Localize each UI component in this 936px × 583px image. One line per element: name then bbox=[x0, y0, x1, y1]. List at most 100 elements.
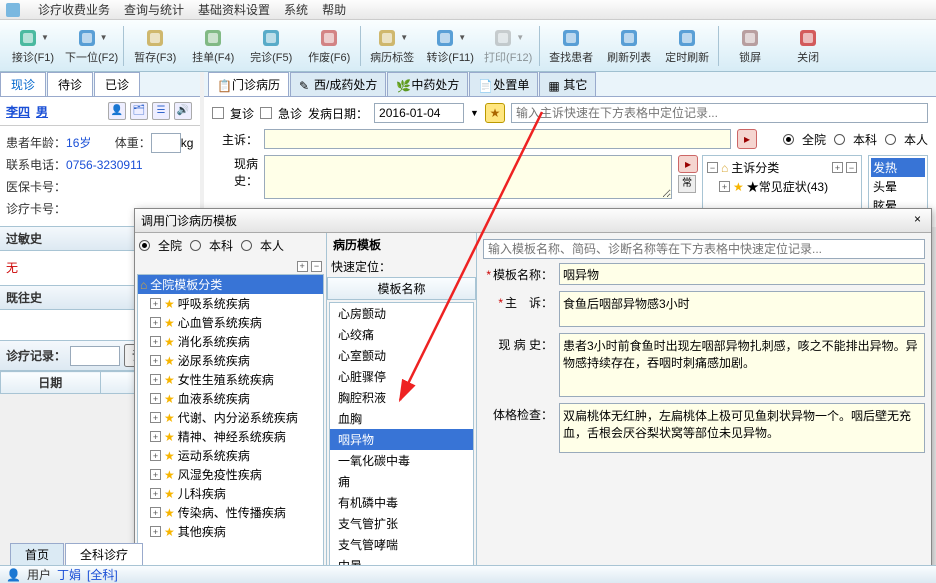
template-item[interactable]: 心室颤动 bbox=[330, 345, 473, 366]
finish-button[interactable]: 完诊(F5) bbox=[242, 22, 300, 70]
template-item[interactable]: 心绞痛 bbox=[330, 324, 473, 345]
category-tree: ⌂全院模板分类 +★呼吸系统疾病+★心血管系统疾病+★消化系统疾病+★泌尿系统疾… bbox=[137, 274, 324, 569]
category-item[interactable]: +★泌尿系统疾病 bbox=[138, 351, 323, 370]
void-button[interactable]: 作废(F6) bbox=[300, 22, 358, 70]
patient-name[interactable]: 李四 bbox=[6, 103, 30, 120]
category-root[interactable]: ⌂全院模板分类 bbox=[138, 275, 323, 294]
menu-item[interactable]: 基础资料设置 bbox=[198, 1, 270, 18]
tab-outpatient-record[interactable]: 📋门诊病历 bbox=[208, 72, 289, 96]
revisit-checkbox[interactable] bbox=[212, 107, 224, 119]
menu-item[interactable]: 诊疗收费业务 bbox=[38, 1, 110, 18]
chief-input[interactable] bbox=[264, 129, 731, 149]
card-icon[interactable]: 🗂 bbox=[130, 102, 148, 120]
modal-radio-dept[interactable] bbox=[190, 240, 201, 251]
tab-western-rx[interactable]: ✎西/成药处方 bbox=[290, 72, 386, 96]
radio-all[interactable] bbox=[783, 134, 794, 145]
menu-item[interactable]: 系统 bbox=[284, 1, 308, 18]
category-item[interactable]: +★儿科疾病 bbox=[138, 484, 323, 503]
app-icon bbox=[6, 3, 20, 17]
tab-waiting[interactable]: 待诊 bbox=[47, 72, 93, 96]
weight-input[interactable] bbox=[151, 133, 181, 153]
tpl-name-input[interactable] bbox=[559, 263, 925, 285]
template-item[interactable]: 血胸 bbox=[330, 408, 473, 429]
category-item[interactable]: +★传染病、性传播疾病 bbox=[138, 503, 323, 522]
tpl-chief-input[interactable]: 食鱼后咽部异物感3小时 bbox=[559, 291, 925, 327]
pending-button[interactable]: 挂单(F4) bbox=[184, 22, 242, 70]
category-item[interactable]: +★精神、神经系统疾病 bbox=[138, 427, 323, 446]
onset-date-label: 发病日期： bbox=[308, 105, 368, 122]
menu-item[interactable]: 帮助 bbox=[322, 1, 346, 18]
medcard-label: 医保卡号： bbox=[6, 180, 66, 194]
transfer-button[interactable]: ▼转诊(F11) bbox=[421, 22, 479, 70]
receive-button[interactable]: ▼接诊(F1) bbox=[4, 22, 62, 70]
template-item[interactable]: 心脏骤停 bbox=[330, 366, 473, 387]
template-item[interactable]: 胸腔积液 bbox=[330, 387, 473, 408]
category-item[interactable]: +★血液系统疾病 bbox=[138, 389, 323, 408]
emergency-checkbox[interactable] bbox=[260, 107, 272, 119]
template-item[interactable]: 支气管哮喘 bbox=[330, 534, 473, 555]
radio-self[interactable] bbox=[885, 134, 896, 145]
tab-general[interactable]: 全科诊疗 bbox=[65, 543, 143, 565]
modal-radio-self[interactable] bbox=[241, 240, 252, 251]
list-icon[interactable]: ☰ bbox=[152, 102, 170, 120]
tab-current[interactable]: 现诊 bbox=[0, 72, 46, 96]
template-item[interactable]: 心房颤动 bbox=[330, 303, 473, 324]
expand-all-icon[interactable]: + bbox=[297, 261, 308, 272]
speaker-icon[interactable]: 🔊 bbox=[174, 102, 192, 120]
chief-expand-icon[interactable]: ▸ bbox=[737, 129, 757, 149]
category-item[interactable]: +★运动系统疾病 bbox=[138, 446, 323, 465]
menubar: 诊疗收费业务 查询与统计 基础资料设置 系统 帮助 bbox=[0, 0, 936, 20]
present-input[interactable] bbox=[264, 155, 672, 199]
quick-input[interactable] bbox=[483, 239, 925, 259]
tab-tcm-rx[interactable]: 🌿中药处方 bbox=[387, 72, 468, 96]
template-item[interactable]: 咽异物 bbox=[330, 429, 473, 450]
tpl-present-input[interactable]: 患者3小时前食鱼时出现左咽部异物扎刺感，咳之不能排出异物。异物感持续存在，吞咽时… bbox=[559, 333, 925, 397]
onset-date-input[interactable] bbox=[374, 103, 464, 123]
refresh-button[interactable]: 刷新列表 bbox=[600, 22, 658, 70]
radio-dept[interactable] bbox=[834, 134, 845, 145]
template-item[interactable]: 痈 bbox=[330, 471, 473, 492]
menu-item[interactable]: 查询与统计 bbox=[124, 1, 184, 18]
col-date[interactable]: 日期 bbox=[1, 372, 101, 394]
collapse-all-icon[interactable]: − bbox=[311, 261, 322, 272]
lock-button[interactable]: 锁屏 bbox=[721, 22, 779, 70]
find-patient-button[interactable]: 查找患者 bbox=[542, 22, 600, 70]
weight-unit: kg bbox=[181, 136, 194, 150]
hold-button[interactable]: 暂存(F3) bbox=[126, 22, 184, 70]
category-item[interactable]: +★风湿免疫性疾病 bbox=[138, 465, 323, 484]
category-item[interactable]: +★消化系统疾病 bbox=[138, 332, 323, 351]
chief-tree-root[interactable]: 主诉分类 bbox=[731, 159, 779, 176]
category-item[interactable]: +★女性生殖系统疾病 bbox=[138, 370, 323, 389]
present-expand-icon[interactable]: ▸ bbox=[678, 155, 698, 173]
template-item[interactable]: 支气管扩张 bbox=[330, 513, 473, 534]
close-button[interactable]: 关闭 bbox=[779, 22, 837, 70]
category-item[interactable]: +★呼吸系统疾病 bbox=[138, 294, 323, 313]
tab-treatment[interactable]: 📄处置单 bbox=[469, 72, 538, 96]
category-item[interactable]: +★其他疾病 bbox=[138, 522, 323, 541]
category-item[interactable]: +★代谢、内分泌系统疾病 bbox=[138, 408, 323, 427]
rec-search[interactable] bbox=[70, 346, 120, 366]
status-user: 丁娟 bbox=[57, 566, 81, 583]
next-button[interactable]: ▼下一位(F2) bbox=[62, 22, 121, 70]
freq-button[interactable]: 常 bbox=[678, 175, 696, 193]
tab-other[interactable]: ▦其它 bbox=[539, 72, 596, 96]
chief-quick-input[interactable] bbox=[511, 103, 928, 123]
person-icon[interactable]: 👤 bbox=[108, 102, 126, 120]
chief-tree-item[interactable]: ★常见症状(43) bbox=[747, 178, 828, 195]
star-icon[interactable]: ★ bbox=[485, 103, 505, 123]
tab-done[interactable]: 已诊 bbox=[94, 72, 140, 96]
record-tag-button[interactable]: ▼病历标签 bbox=[363, 22, 421, 70]
tab-home[interactable]: 首页 bbox=[10, 543, 64, 565]
template-item[interactable]: 有机磷中毒 bbox=[330, 492, 473, 513]
timer-refresh-button[interactable]: 定时刷新 bbox=[658, 22, 716, 70]
modal-close-icon[interactable]: × bbox=[910, 212, 925, 229]
print-button[interactable]: ▼打印(F12) bbox=[479, 22, 537, 70]
status-dept: [全科] bbox=[87, 566, 118, 583]
patient-gender: 男 bbox=[36, 103, 48, 120]
symptom-item[interactable]: 发热 bbox=[871, 158, 925, 177]
tpl-exam-input[interactable]: 双扁桃体无红肿，左扁桃体上极可见鱼刺状异物一个。咽后壁无充血，舌根会厌谷梨状窝等… bbox=[559, 403, 925, 453]
symptom-item[interactable]: 头晕 bbox=[871, 177, 925, 196]
category-item[interactable]: +★心血管系统疾病 bbox=[138, 313, 323, 332]
template-item[interactable]: 一氧化碳中毒 bbox=[330, 450, 473, 471]
modal-radio-all[interactable] bbox=[139, 240, 150, 251]
